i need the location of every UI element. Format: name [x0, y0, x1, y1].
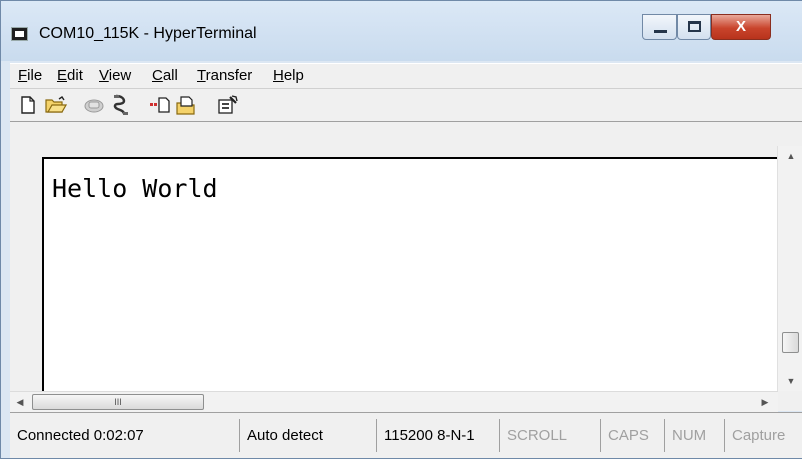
open-button[interactable] — [44, 93, 68, 117]
menu-edit[interactable]: Edit — [57, 67, 83, 84]
connect-icon — [84, 99, 104, 113]
disconnect-button[interactable] — [109, 93, 133, 117]
send-button[interactable] — [148, 93, 172, 117]
receive-button[interactable] — [174, 93, 198, 117]
scroll-up-icon[interactable]: ▲ — [778, 146, 802, 166]
status-num: NUM — [665, 419, 725, 452]
menu-view[interactable]: View — [99, 67, 131, 84]
disconnect-icon — [113, 94, 128, 115]
menu-bar: File Edit View Call Transfer Help — [10, 63, 802, 88]
vertical-scrollbar[interactable]: ▲ ▼ — [777, 146, 802, 391]
terminal-client-area: Hello World — [10, 122, 802, 395]
terminal-screen[interactable]: Hello World — [42, 157, 785, 395]
new-button[interactable] — [16, 93, 40, 117]
status-detect: Auto detect — [240, 419, 377, 452]
minimize-icon — [654, 30, 667, 33]
close-button[interactable]: X — [711, 14, 771, 40]
window-title: COM10_115K - HyperTerminal — [39, 25, 257, 42]
scroll-left-icon[interactable]: ◀ — [10, 392, 30, 412]
open-icon — [45, 96, 67, 113]
menu-help[interactable]: Help — [273, 67, 304, 84]
horizontal-scrollbar[interactable]: ◀ III ▶ — [10, 391, 778, 412]
properties-icon — [218, 95, 238, 114]
horizontal-scroll-thumb[interactable]: III — [32, 394, 204, 410]
send-icon — [150, 97, 170, 113]
maximize-button[interactable] — [677, 14, 711, 40]
receive-icon — [176, 96, 195, 115]
minimize-button[interactable] — [642, 14, 677, 40]
status-bar: Connected 0:02:07 Auto detect 115200 8-N… — [10, 412, 802, 458]
new-icon — [21, 96, 35, 114]
menu-call[interactable]: Call — [152, 67, 178, 84]
app-icon[interactable] — [11, 27, 28, 41]
maximize-icon — [688, 21, 701, 32]
scrollbar-corner — [778, 391, 802, 411]
menu-file[interactable]: File — [18, 67, 42, 84]
toolbar — [10, 88, 802, 121]
properties-button[interactable] — [216, 93, 240, 117]
status-scroll: SCROLL — [500, 419, 601, 452]
status-capture: Capture — [732, 427, 786, 444]
title-bar[interactable]: COM10_115K - HyperTerminal X — [1, 1, 802, 61]
close-icon: X — [735, 18, 746, 35]
terminal-text: Hello World — [52, 174, 218, 203]
connect-button[interactable] — [82, 93, 106, 117]
scroll-down-icon[interactable]: ▼ — [778, 371, 802, 391]
hyperterminal-window: COM10_115K - HyperTerminal X File Edit V… — [0, 0, 802, 459]
caption-buttons: X — [642, 14, 802, 43]
status-connected: Connected 0:02:07 — [10, 419, 240, 452]
vertical-scroll-thumb[interactable] — [782, 332, 799, 353]
status-caps: CAPS — [601, 419, 665, 452]
menu-transfer[interactable]: Transfer — [197, 67, 252, 84]
status-settings: 115200 8-N-1 — [377, 419, 500, 452]
scroll-right-icon[interactable]: ▶ — [755, 392, 775, 412]
